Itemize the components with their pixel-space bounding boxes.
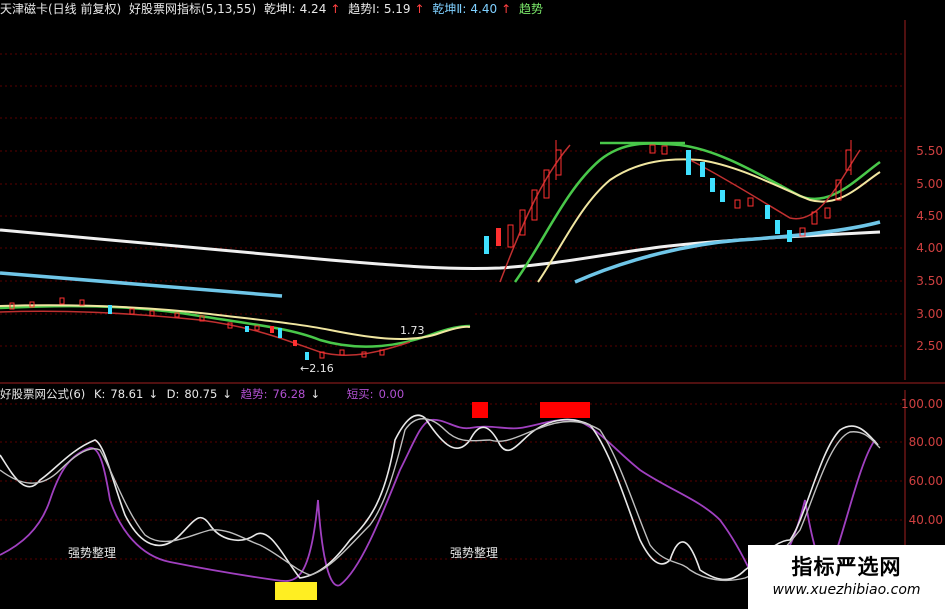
kdj-tick: 100.00 <box>901 397 943 411</box>
watermark-url[interactable]: www.xuezhibiao.com <box>748 582 945 598</box>
chart-occlusion <box>285 282 475 327</box>
price-tick: 5.00 <box>916 177 943 191</box>
d-value: 80.75 <box>184 387 218 401</box>
qiankun1-value: 4.24 <box>299 2 327 16</box>
trend-label: 趋势: <box>240 387 268 401</box>
zone-label-left: 强势整理 <box>68 546 117 560</box>
up-arrow-icon: ↑ <box>330 2 341 16</box>
chart-header: 天津磁卡(日线 前复权) 好股票网指标(5,13,55) 乾坤Ⅰ: 4.24 ↑ 趋… <box>0 0 547 18</box>
d-label: D: <box>166 387 180 401</box>
up-arrow-icon: ↑ <box>414 2 425 16</box>
kdj-tick: 40.00 <box>908 513 943 527</box>
qiankun2-label: 乾坤Ⅱ: <box>432 2 467 16</box>
short-buy-value: 0.00 <box>378 387 405 401</box>
ma-white-line <box>0 228 881 271</box>
k-value: 78.61 <box>110 387 144 401</box>
kdj-trend-line <box>0 418 876 587</box>
kdj-tick: 60.00 <box>908 474 943 488</box>
short-buy-label: 短买: <box>346 387 374 401</box>
peak-price-marker: 1.73 <box>400 324 425 337</box>
kdj-k-line <box>0 414 879 581</box>
up-arrow-icon: ↑ <box>501 2 512 16</box>
kdj-header: 好股票网公式(6) K: 78.61 ↓ D: 80.75 ↓ 趋势: 76.28 ↓ 短买… <box>0 386 409 402</box>
qiankun2-value: 4.40 <box>470 2 498 16</box>
site-watermark: 指标严选网 www.xuezhibiao.com <box>748 545 945 609</box>
low-price-marker: ←2.16 <box>300 362 334 375</box>
ma-yellow-line-right <box>537 158 881 283</box>
price-tick: 4.00 <box>916 241 943 255</box>
k-label: K: <box>93 387 106 401</box>
indicator-name[interactable]: 好股票网指标(5,13,55) <box>129 2 256 16</box>
short-buy-signal-2 <box>540 402 590 418</box>
price-tick: 3.50 <box>916 274 943 288</box>
stock-symbol[interactable]: 天津磁卡(日线 前复权) <box>0 2 121 16</box>
short-buy-signal-1 <box>472 402 488 418</box>
stock-chart-canvas[interactable] <box>0 0 945 609</box>
qiankun1-label: 乾坤Ⅰ: <box>264 2 296 16</box>
price-tick: 3.00 <box>916 307 943 321</box>
watermark-title: 指标严选网 <box>791 555 902 579</box>
down-arrow-icon: ↓ <box>222 387 232 401</box>
zone-label-right: 强势整理 <box>450 546 499 560</box>
ma-cyan-line-left <box>0 271 283 298</box>
price-tick: 5.50 <box>916 144 943 158</box>
kdj-tick: 80.00 <box>908 435 943 449</box>
down-arrow-icon: ↓ <box>310 387 321 401</box>
trend-value: 76.28 <box>272 387 306 401</box>
extra-label: 趋势 <box>518 2 543 16</box>
qushi1-value: 5.19 <box>383 2 411 16</box>
price-tick: 2.50 <box>916 339 943 353</box>
down-arrow-icon: ↓ <box>148 387 158 401</box>
kdj-grid <box>0 403 905 560</box>
price-tick: 4.50 <box>916 209 943 223</box>
formula-name[interactable]: 好股票网公式(6) <box>0 387 85 401</box>
bottom-signal-yellow <box>275 582 317 600</box>
qushi1-label: 趋势Ⅰ: <box>348 2 380 16</box>
